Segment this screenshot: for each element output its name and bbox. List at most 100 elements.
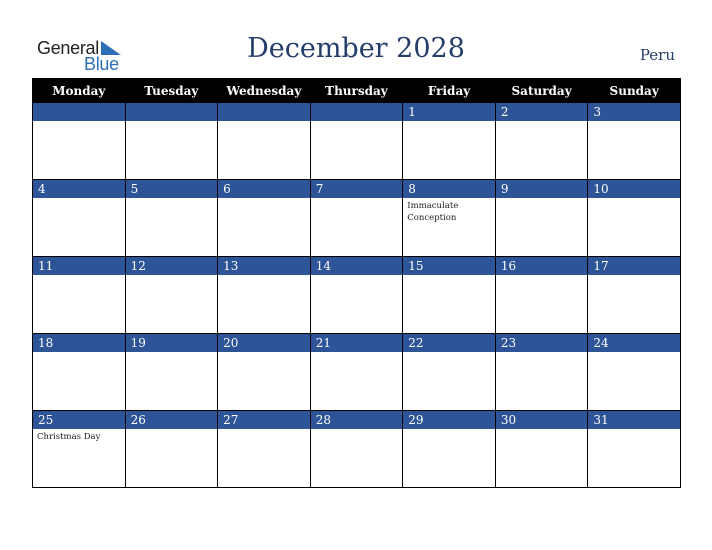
- day-number: 18: [33, 334, 125, 352]
- day-cell[interactable]: 5: [124, 179, 219, 257]
- weekday-header: Friday: [402, 78, 496, 103]
- holiday-label: [588, 352, 680, 356]
- day-number: 1: [403, 103, 495, 121]
- day-number: [218, 103, 310, 121]
- day-cell[interactable]: 7: [309, 179, 404, 257]
- day-number: [33, 103, 125, 121]
- day-cell[interactable]: 18: [32, 333, 126, 411]
- day-number: 13: [218, 257, 310, 275]
- day-number: 2: [495, 103, 588, 121]
- day-cell[interactable]: 1: [402, 102, 496, 180]
- day-number: 26: [125, 411, 218, 429]
- day-cell[interactable]: 14: [309, 256, 404, 334]
- holiday-label: [311, 198, 403, 202]
- day-number: 20: [218, 334, 310, 352]
- day-cell[interactable]: 17: [587, 256, 681, 334]
- holiday-label: [126, 352, 218, 356]
- week-row: 123: [32, 102, 681, 180]
- holiday-label: [403, 429, 495, 433]
- day-cell[interactable]: 13: [217, 256, 311, 334]
- holiday-label: [33, 121, 125, 125]
- day-cell[interactable]: 3: [587, 102, 681, 180]
- holiday-label: [311, 275, 403, 279]
- day-number: 12: [125, 257, 218, 275]
- day-cell[interactable]: 8 Immaculate Conception: [402, 179, 496, 257]
- day-number: 28: [310, 411, 403, 429]
- holiday-label: [588, 121, 680, 125]
- day-number: 11: [33, 257, 125, 275]
- weekday-header: Wednesday: [217, 78, 311, 103]
- holiday-label: [126, 275, 218, 279]
- week-row: 11 12 13 14 15 16 17: [32, 256, 681, 334]
- day-cell[interactable]: [124, 102, 219, 180]
- day-number: 23: [495, 334, 588, 352]
- day-cell[interactable]: 28: [309, 410, 404, 488]
- day-cell[interactable]: 10: [587, 179, 681, 257]
- holiday-label: [218, 198, 310, 202]
- day-cell[interactable]: 25 Christmas Day: [32, 410, 126, 488]
- holiday-label: [403, 275, 495, 279]
- day-number: 3: [588, 103, 680, 121]
- day-number: 6: [218, 180, 310, 198]
- day-number: 14: [310, 257, 403, 275]
- holiday-label: [496, 198, 588, 202]
- holiday-label: Immaculate Conception: [407, 201, 459, 223]
- day-cell[interactable]: 23: [494, 333, 589, 411]
- holiday-label: [311, 121, 403, 125]
- day-cell[interactable]: 20: [217, 333, 311, 411]
- day-cell[interactable]: 6: [217, 179, 311, 257]
- day-number: 27: [218, 411, 310, 429]
- holiday-label: [496, 352, 588, 356]
- weekday-header-row: Monday Tuesday Wednesday Thursday Friday…: [32, 78, 681, 103]
- holiday-label: [218, 121, 310, 125]
- day-cell[interactable]: [32, 102, 126, 180]
- page-title: December 2028: [247, 33, 465, 64]
- day-cell[interactable]: 4: [32, 179, 126, 257]
- holiday-label: [126, 121, 218, 125]
- weekday-header: Saturday: [494, 78, 589, 103]
- day-cell[interactable]: [217, 102, 311, 180]
- day-number: 5: [125, 180, 218, 198]
- day-cell[interactable]: 9: [494, 179, 589, 257]
- holiday-label: [403, 352, 495, 356]
- day-number: [125, 103, 218, 121]
- day-cell[interactable]: 30: [494, 410, 589, 488]
- holiday-label: [311, 429, 403, 433]
- day-cell[interactable]: 21: [309, 333, 404, 411]
- holiday-label: [33, 275, 125, 279]
- day-number: 17: [588, 257, 680, 275]
- holiday-label: [496, 275, 588, 279]
- day-number: 29: [403, 411, 495, 429]
- holiday-label: Christmas Day: [37, 432, 101, 442]
- day-cell[interactable]: 19: [124, 333, 219, 411]
- holiday-label: [126, 198, 218, 202]
- day-cell[interactable]: 12: [124, 256, 219, 334]
- day-number: 10: [588, 180, 680, 198]
- day-cell[interactable]: 22: [402, 333, 496, 411]
- holiday-label: [218, 429, 310, 433]
- day-number: 22: [403, 334, 495, 352]
- holiday-label: [126, 429, 218, 433]
- day-number: 24: [588, 334, 680, 352]
- holiday-label: [33, 352, 125, 356]
- day-cell[interactable]: 2: [494, 102, 589, 180]
- day-cell[interactable]: 31: [587, 410, 681, 488]
- day-cell[interactable]: [309, 102, 404, 180]
- day-cell[interactable]: 11: [32, 256, 126, 334]
- day-number: 4: [33, 180, 125, 198]
- day-cell[interactable]: 24: [587, 333, 681, 411]
- day-cell[interactable]: 15: [402, 256, 496, 334]
- week-row: 18 19 20 21 22 23 24: [32, 333, 681, 411]
- week-row: 4 5 6 7 8 Immaculate Conception 9 10: [32, 179, 681, 257]
- day-number: 7: [310, 180, 403, 198]
- day-cell[interactable]: 27: [217, 410, 311, 488]
- day-cell[interactable]: 16: [494, 256, 589, 334]
- day-number: 21: [310, 334, 403, 352]
- day-cell[interactable]: 29: [402, 410, 496, 488]
- day-number: 25: [33, 411, 125, 429]
- day-number: 15: [403, 257, 495, 275]
- day-number: 9: [495, 180, 588, 198]
- weekday-header: Sunday: [587, 78, 681, 103]
- day-cell[interactable]: 26: [124, 410, 219, 488]
- holiday-label: [496, 121, 588, 125]
